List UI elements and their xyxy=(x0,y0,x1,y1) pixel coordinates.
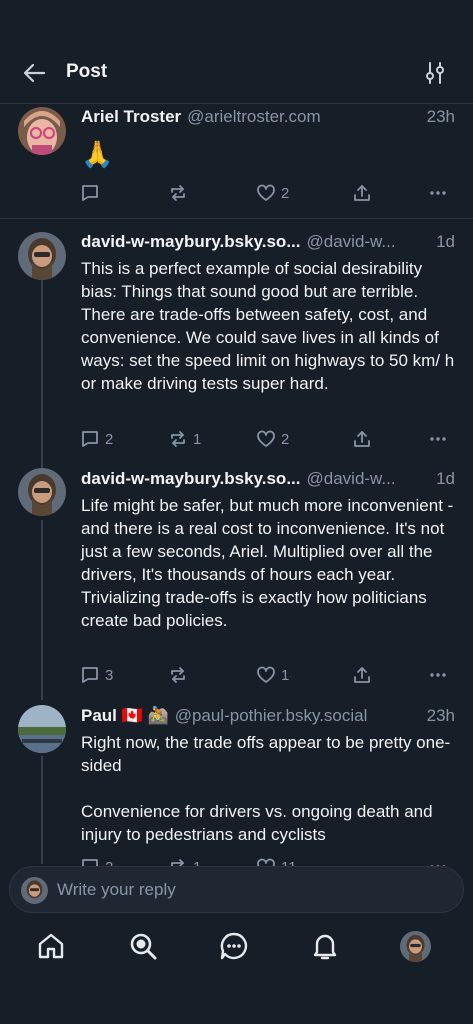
post-text: Life might be safer, but much more incon… xyxy=(81,496,459,630)
like-count: 1 xyxy=(281,666,290,684)
like-count: 2 xyxy=(281,430,290,448)
share-icon xyxy=(354,185,370,201)
repost-icon xyxy=(171,859,184,866)
post-text: Right now, the trade offs appear to be p… xyxy=(81,733,451,844)
like-count: 11 xyxy=(281,859,297,867)
author-name[interactable]: Ariel Troster xyxy=(81,107,181,127)
comment-icon xyxy=(82,667,98,683)
reply-input-placeholder[interactable]: Write your reply xyxy=(57,880,176,900)
more-dots-icon xyxy=(430,437,446,441)
repost-button[interactable]: 1 xyxy=(168,856,201,866)
header: Post xyxy=(0,0,473,104)
post-time[interactable]: 1d xyxy=(428,469,455,489)
author-name[interactable]: david-w-maybury.bsky.so... xyxy=(81,469,301,489)
reply-count: 2 xyxy=(105,430,114,448)
author-name[interactable]: david-w-maybury.bsky.so... xyxy=(81,232,301,252)
repost-icon xyxy=(171,185,185,201)
author-handle[interactable]: @david-w... xyxy=(307,469,429,489)
post-time[interactable]: 23h xyxy=(419,107,455,127)
like-count: 2 xyxy=(281,184,290,202)
heart-icon xyxy=(257,430,275,447)
like-button[interactable]: 1 xyxy=(256,664,289,686)
repost-button[interactable]: 1 xyxy=(168,428,201,450)
post-time[interactable]: 23h xyxy=(419,706,455,726)
post-text: 🙏 xyxy=(81,139,114,169)
post-author-line: david-w-maybury.bsky.so... @david-w... 1… xyxy=(81,231,455,253)
more-dots-icon xyxy=(430,865,446,866)
like-button[interactable]: 2 xyxy=(256,182,289,204)
post-actions: 2 1 2 xyxy=(80,428,455,450)
more-button[interactable] xyxy=(428,182,448,204)
repost-count: 1 xyxy=(193,430,202,448)
repost-icon xyxy=(171,431,185,447)
avatar[interactable] xyxy=(18,232,66,280)
reply-composer[interactable]: Write your reply xyxy=(9,866,464,913)
thread-line xyxy=(41,756,43,864)
author-handle[interactable]: @arieltroster.com xyxy=(187,107,418,127)
search-icon[interactable] xyxy=(127,930,159,962)
comment-icon xyxy=(82,859,98,866)
like-button[interactable]: 11 xyxy=(256,856,297,866)
repost-button[interactable] xyxy=(168,664,193,686)
comment-icon xyxy=(82,431,98,447)
share-button[interactable] xyxy=(352,428,372,450)
post-actions: 2 xyxy=(80,182,455,204)
author-handle[interactable]: @david-w... xyxy=(307,232,429,252)
thread-line xyxy=(41,280,43,468)
avatar xyxy=(21,877,48,904)
heart-icon xyxy=(257,184,275,201)
heart-icon xyxy=(257,858,275,866)
more-dots-icon xyxy=(430,191,446,195)
bottom-nav xyxy=(0,914,473,1024)
more-button[interactable] xyxy=(428,856,448,866)
reply-count: 3 xyxy=(105,666,114,684)
post-author-line: Paul 🇨🇦 🚵 @paul-pothier.bsky.social 23h xyxy=(81,705,455,727)
avatar[interactable] xyxy=(18,107,66,155)
post-actions: 2 1 11 xyxy=(80,856,455,866)
share-button[interactable] xyxy=(352,664,372,686)
repost-button[interactable] xyxy=(168,182,193,204)
comment-icon xyxy=(82,185,98,201)
reply-button[interactable]: 3 xyxy=(80,664,113,686)
avatar[interactable] xyxy=(18,468,66,516)
chat-icon[interactable] xyxy=(218,930,250,962)
repost-count: 1 xyxy=(193,859,201,867)
post-text: This is a perfect example of social desi… xyxy=(81,259,459,393)
like-button[interactable]: 2 xyxy=(256,428,289,450)
heart-icon xyxy=(257,666,275,683)
profile-avatar[interactable] xyxy=(400,931,431,962)
reply-count: 2 xyxy=(105,859,113,867)
bell-icon[interactable] xyxy=(309,930,341,962)
post-actions: 3 1 xyxy=(80,664,455,686)
post-time[interactable]: 1d xyxy=(428,232,455,252)
sliders-icon[interactable] xyxy=(424,61,446,85)
more-button[interactable] xyxy=(428,428,448,450)
divider xyxy=(0,218,473,219)
thread-line xyxy=(41,520,43,700)
home-icon[interactable] xyxy=(35,930,67,962)
share-icon xyxy=(354,431,370,447)
back-arrow-icon[interactable] xyxy=(22,62,46,84)
more-button[interactable] xyxy=(428,664,448,686)
post-author-line: Ariel Troster @arieltroster.com 23h xyxy=(81,106,455,128)
repost-icon xyxy=(171,667,185,683)
page-title: Post xyxy=(66,61,108,82)
reply-button[interactable]: 2 xyxy=(80,428,113,450)
reply-button[interactable] xyxy=(80,182,105,204)
avatar[interactable] xyxy=(18,705,66,753)
reply-button[interactable]: 2 xyxy=(80,856,113,866)
share-icon xyxy=(354,667,370,683)
more-dots-icon xyxy=(430,673,446,677)
share-button[interactable] xyxy=(352,182,372,204)
author-name[interactable]: Paul 🇨🇦 🚵 xyxy=(81,706,169,726)
author-handle[interactable]: @paul-pothier.bsky.social xyxy=(175,706,419,726)
post-author-line: david-w-maybury.bsky.so... @david-w... 1… xyxy=(81,468,455,490)
